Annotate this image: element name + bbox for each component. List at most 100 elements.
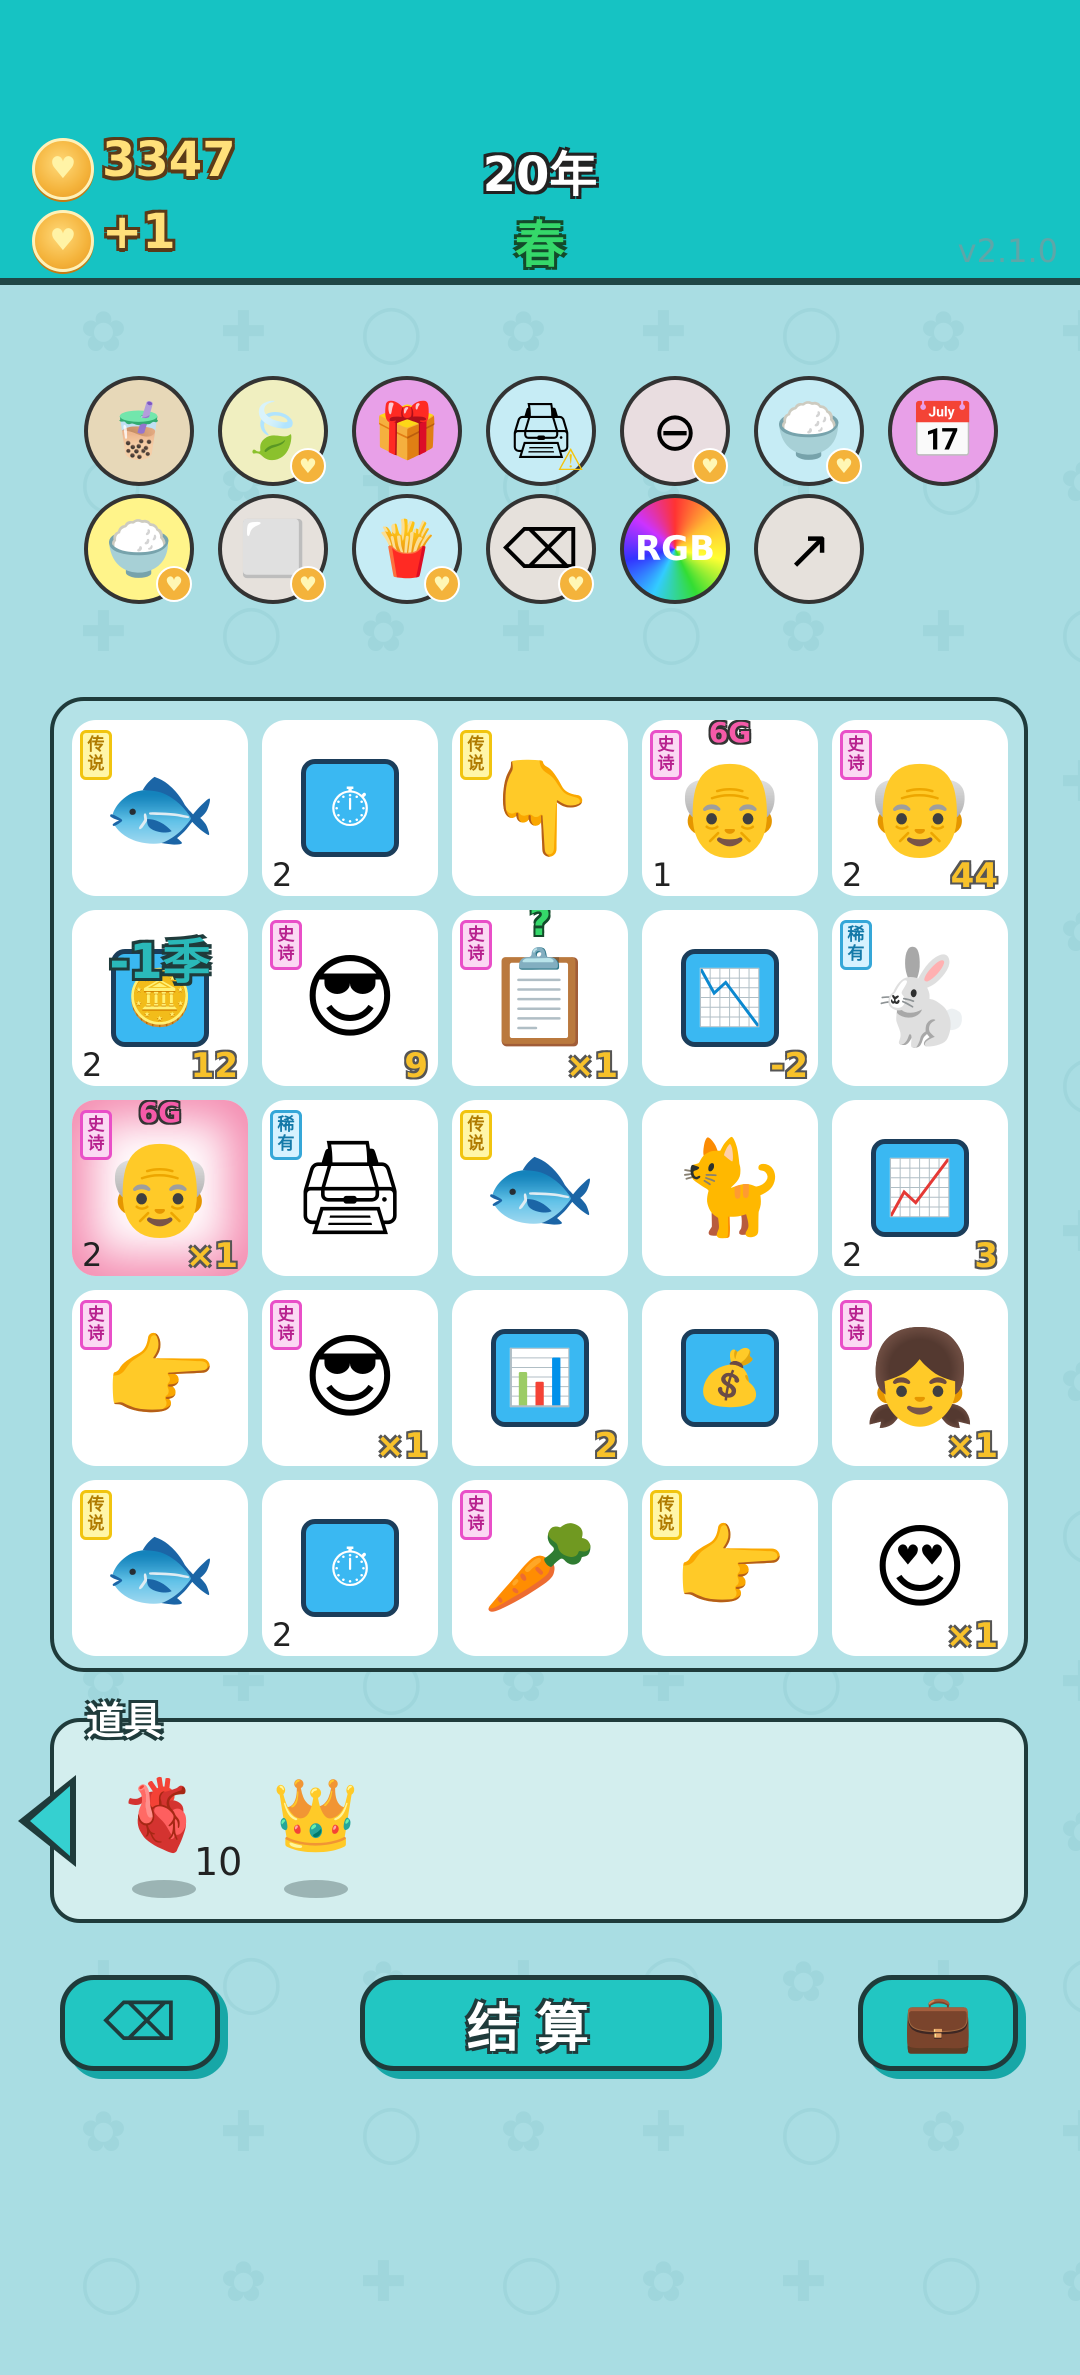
rarity-badge-legend: 传说 [80,730,112,780]
board-cell-ctrl-c-ctrl-v[interactable]: 📋 史诗? ×1 [452,910,628,1086]
background-decoration: ✚ [640,300,687,365]
background-decoration: ◯ [220,600,283,665]
background-decoration: ◯ [1060,1505,1080,1561]
background-decoration: ✚ [360,2250,407,2315]
printer-relic[interactable]: 🖨 ⚠ [486,376,596,486]
rarity-badge-legend: 传说 [460,1110,492,1160]
background-decoration: ✚ [500,600,547,665]
warning-icon: ⚠ [557,443,584,478]
bag-button[interactable]: 💼 [858,1975,1018,2071]
cell-value: 12 [190,1046,238,1086]
board-cell-printer[interactable]: 🖨 稀有 [262,1100,438,1276]
background-decoration: ✿ [360,600,407,665]
background-decoration: ✚ [1060,1655,1080,1711]
cell-top-label: 6G [708,720,752,749]
cell-value: ×1 [565,1046,618,1086]
board-cell-trend-chart[interactable]: 📈 2 3 [832,1100,1008,1276]
coin-total: 3347 [102,132,236,188]
board-cell-falling-chart[interactable]: 📉 -2 [642,910,818,1086]
board-cell-rabbit[interactable]: 🐇 稀有 [832,910,1008,1086]
rgb-relic[interactable]: RGB [620,494,730,604]
leaf-relic[interactable]: 🍃 ♥ [218,376,328,486]
board-cell-girl-with-heart[interactable]: 👧 史诗 ×1 [832,1290,1008,1466]
delete-button[interactable]: ⌫ [60,1975,220,2071]
rarity-badge-legend: 传说 [80,1490,112,1540]
board-cell-grandpa[interactable]: 👴 史诗 2 44 [832,720,1008,896]
heart-badge-icon: ♥ [826,448,862,484]
fries-relic[interactable]: 🍟 ♥ [352,494,462,604]
background-decoration: ✚ [80,600,127,665]
cell-value: 3 [974,1236,998,1276]
coin-icon [32,138,94,200]
sugar-cubes-relic[interactable]: ⬜ ♥ [218,494,328,604]
board-cell-koi-fish[interactable]: 🐟 传说 [452,1100,628,1276]
background-decoration: ✚ [1060,1205,1080,1261]
crown-item-icon[interactable]: 👑 [272,1780,359,1850]
cat-icon: 🐈 [672,1134,788,1241]
board-cell-rising-chart[interactable]: 📊 2 [452,1290,628,1466]
board-cell-gold-bars-coins[interactable]: 💰 [642,1290,818,1466]
background-decoration: ◯ [500,2250,563,2315]
cell-value: ×1 [945,1426,998,1466]
settle-button[interactable]: 结算 [360,1975,714,2071]
background-decoration: ✿ [920,300,967,365]
gift-box-relic[interactable]: 🎁 [352,376,462,486]
board-cell-stopwatch[interactable]: ⏱ 2 [262,720,438,896]
board-cell-gold-bars[interactable]: 🪙 -1季 2 12 [72,910,248,1086]
share-arrow-relic[interactable]: ↗ [754,494,864,604]
background-decoration: ✚ [220,300,267,365]
board-cell-koi-fish[interactable]: 🐟 传说 [72,1480,248,1656]
background-decoration: ◯ [1060,605,1080,661]
board-cell-heart-eyes-guy[interactable]: 😍 ×1 [832,1480,1008,1656]
board-cell-pointing-right-hand[interactable]: 👉 传说 [642,1480,818,1656]
background-decoration: ✚ [1060,305,1080,361]
background-decoration: ✚ [1060,755,1080,811]
bubble-tea-relic[interactable]: 🧋 [84,376,194,486]
background-decoration: ✚ [640,2100,687,2165]
rice-bowl-gold-relic[interactable]: 🍚 ♥ [84,494,194,604]
background-decoration: ✿ [1060,1805,1080,1861]
rarity-badge-epic: 史诗 [460,1490,492,1540]
coin-income: +1 [102,204,176,260]
board-cell-pointing-down-hand[interactable]: 👇 传说 [452,720,628,896]
item-shadow [132,1880,196,1898]
cell-count: 2 [842,856,863,894]
heart-badge-icon: ♥ [290,566,326,602]
background-decoration: ✚ [220,2100,267,2165]
board-cell-pointing-right-hand-gray[interactable]: 👉 史诗 [72,1290,248,1466]
background-decoration: ✿ [220,2250,267,2315]
calendar-relic[interactable]: 📅 [888,376,998,486]
cell-count: 2 [82,1046,103,1084]
board-cell-carrot[interactable]: 🥕 史诗 [452,1480,628,1656]
settle-button-label: 结算 [466,1998,607,2059]
rarity-badge-epic: 史诗 [270,1300,302,1350]
background-decoration: ✚ [920,600,967,665]
board-cell-cat[interactable]: 🐈 [642,1100,818,1276]
background-decoration: ◯ [1060,1955,1080,2011]
calendar-relic-icon: 📅 [909,399,977,462]
bubble-tea-relic-icon: 🧋 [105,399,173,462]
background-decoration: ✿ [500,2100,547,2165]
minus-relic[interactable]: ⊖ ♥ [620,376,730,486]
delete-key-relic[interactable]: ⌫ ♥ [486,494,596,604]
liver-item-icon[interactable]: 🫀 [118,1780,205,1850]
board-cell-grandpa-heart-eyes[interactable]: 👴 史诗 6G 1 [642,720,818,896]
items-title: 道具 [86,1699,163,1743]
board-cell-koi-fish[interactable]: 🐟 传说 [72,720,248,896]
rice-bowl-relic[interactable]: 🍚 ♥ [754,376,864,486]
background-decoration: ✚ [1060,2105,1080,2161]
board-cell-green-cap-guy[interactable]: 😎 史诗 9 [262,910,438,1086]
rarity-badge-legend: 传说 [650,1490,682,1540]
board-cell-stopwatch[interactable]: ⏱ 2 [262,1480,438,1656]
background-decoration: ◯ [780,300,843,365]
board-cell-grandpa-glowing[interactable]: 👴 史诗 6G 2 ×1 [72,1100,248,1276]
left-arrow-fill[interactable] [30,1786,70,1856]
board-cell-green-cap-guy[interactable]: 😎 史诗 ×1 [262,1290,438,1466]
income-coin-icon [32,210,94,272]
cell-count: 2 [272,856,293,894]
gold-bars-coins-icon: 💰 [681,1329,779,1427]
version-label: v2.1.0 [957,232,1058,270]
background-decoration: ◯ [1060,1055,1080,1111]
heart-badge-icon: ♥ [692,448,728,484]
cell-season-modifier: -1季 [109,934,211,990]
